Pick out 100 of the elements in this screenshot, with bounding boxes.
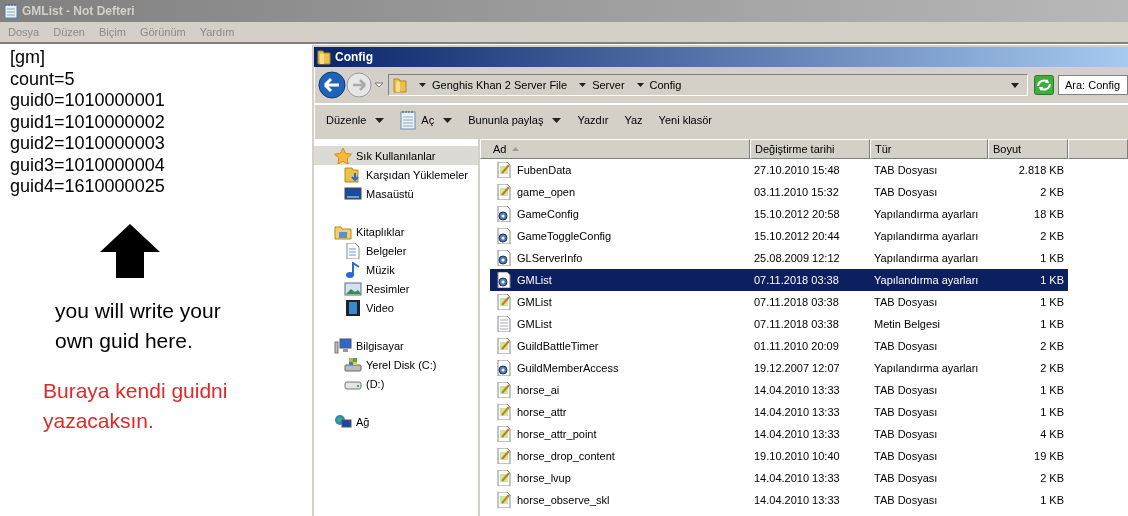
file-type: Yapılandırma ayarları: [873, 208, 980, 220]
toolbar-button[interactable]: Düzenle: [320, 112, 391, 128]
file-type: TAB Dosyası: [873, 406, 939, 418]
file-type: TAB Dosyası: [873, 428, 939, 440]
folder-icon: [393, 77, 407, 93]
refresh-button[interactable]: [1034, 75, 1054, 95]
file-row[interactable]: horse_ai 14.04.2010 13:33 TAB Dosyası 1 KB: [490, 379, 1068, 401]
file-name: GuildBattleTimer: [517, 340, 599, 352]
document-pen-icon: [497, 492, 511, 508]
file-size: 2 KB: [1039, 362, 1065, 374]
file-row[interactable]: horse_lvup 14.04.2010 13:33 TAB Dosyası 2 KB: [490, 467, 1068, 489]
file-row[interactable]: horse_attr 14.04.2010 13:33 TAB Dosyası 1 KB: [490, 401, 1068, 423]
file-name: GameConfig: [517, 208, 579, 220]
caret-icon[interactable]: [1011, 82, 1019, 88]
nav-item[interactable]: Bilgisayar: [314, 336, 478, 355]
file-row[interactable]: GuildMemberAccess 19.12.2007 12:07 Yapılandırma ayarları 2 KB: [490, 357, 1068, 379]
back-button[interactable]: [318, 71, 346, 99]
breadcrumb-item[interactable]: Genghis Khan 2 Server File: [432, 79, 568, 91]
file-type: TAB Dosyası: [873, 384, 939, 396]
document-pen-icon: [497, 426, 511, 442]
column-header[interactable]: Ad: [480, 139, 750, 159]
toolbar-button[interactable]: Yeni klasör: [652, 112, 718, 128]
text-line: guid0=1010000001: [10, 90, 165, 112]
file-row[interactable]: game_open 03.11.2010 15:32 TAB Dosyası 2 KB: [490, 181, 1068, 203]
modified-date: 14.04.2010 13:33: [753, 428, 841, 440]
file-size: 19 KB: [1033, 450, 1065, 462]
modified-date: 01.11.2010 20:09: [753, 340, 840, 352]
file-row[interactable]: horse_attr_point 14.04.2010 13:33 TAB Dosyası 4 KB: [490, 423, 1068, 445]
breadcrumb-item[interactable]: Config: [649, 79, 682, 91]
column-header[interactable]: Tür: [870, 139, 988, 159]
nav-item[interactable]: Resimler: [314, 279, 478, 298]
file-type: TAB Dosyası: [873, 472, 939, 484]
caret-icon[interactable]: [419, 82, 426, 88]
nav-item[interactable]: Kitaplıklar: [314, 222, 478, 241]
file-row[interactable]: GuildBattleTimer 01.11.2010 20:09 TAB Dosyası 2 KB: [490, 335, 1068, 357]
film-icon: [344, 299, 362, 316]
nav-item[interactable]: Belgeler: [314, 241, 478, 260]
file-type: TAB Dosyası: [873, 494, 939, 506]
file-name: GMList: [517, 296, 552, 308]
hard-disk-icon: [344, 356, 362, 373]
document-icon: [344, 242, 362, 259]
toolbar-button[interactable]: Yaz: [618, 112, 649, 128]
breadcrumb-item[interactable]: Server: [592, 79, 625, 91]
caret-icon[interactable]: [636, 82, 644, 88]
file-size: 2 KB: [1039, 472, 1065, 484]
file-type: TAB Dosyası: [873, 186, 939, 198]
file-size: 2 KB: [1039, 230, 1065, 242]
file-row[interactable]: GameToggleConfig 15.10.2012 20:44 Yapılandırma ayarları 2 KB: [490, 225, 1068, 247]
column-header[interactable]: Boyut: [988, 139, 1068, 159]
folder-icon: [317, 49, 331, 65]
file-row[interactable]: horse_observe_skl 14.04.2010 13:33 TAB Dosyası 1 KB: [490, 489, 1068, 511]
column-header[interactable]: Değiştirme tarihi: [750, 139, 870, 159]
modified-date: 14.04.2010 13:33: [753, 384, 841, 396]
address-bar[interactable]: Genghis Khan 2 Server File Server Config: [388, 74, 1028, 96]
nav-item[interactable]: Sık Kullanılanlar: [314, 146, 478, 165]
nav-item[interactable]: Müzik: [314, 260, 478, 279]
nav-item[interactable]: Karşıdan Yüklemeler: [314, 165, 478, 184]
document-pen-icon: [497, 382, 511, 398]
nav-item[interactable]: Ağ: [314, 412, 478, 431]
search-field[interactable]: Ara: Config: [1058, 75, 1128, 95]
file-type: Yapılandırma ayarları: [873, 362, 980, 374]
file-type: TAB Dosyası: [873, 296, 939, 308]
file-name: GMList: [517, 318, 552, 330]
file-type: Yapılandırma ayarları: [873, 252, 980, 264]
file-type: TAB Dosyası: [873, 340, 939, 352]
modified-date: 03.11.2010 15:32: [753, 186, 840, 198]
file-size: 1 KB: [1039, 296, 1065, 308]
modified-date: 14.04.2010 13:33: [753, 494, 841, 506]
file-name: GameToggleConfig: [517, 230, 612, 242]
file-row[interactable]: FubenData 27.10.2010 15:48 TAB Dosyası 2.818 KB: [490, 159, 1068, 181]
document-pen-icon: [497, 162, 511, 178]
file-row[interactable]: GMList 07.11.2018 03:38 Metin Belgesi 1 KB: [490, 313, 1068, 335]
file-row[interactable]: GameConfig 15.10.2012 20:58 Yapılandırma ayarları 18 KB: [490, 203, 1068, 225]
file-row[interactable]: GMList 07.11.2018 03:38 TAB Dosyası 1 KB: [490, 291, 1068, 313]
modified-date: 27.10.2010 15:48: [753, 164, 841, 176]
nav-item[interactable]: Yerel Disk (C:): [314, 355, 478, 374]
file-row[interactable]: horse_drop_content 19.10.2010 10:40 TAB Dosyası 19 KB: [490, 445, 1068, 467]
file-type: Metin Belgesi: [873, 318, 942, 330]
text-line: [gm]: [10, 47, 46, 69]
gear-document-icon: [497, 272, 511, 288]
toolbar-button[interactable]: Yazdır: [571, 112, 615, 128]
file-row[interactable]: GLServerInfo 25.08.2009 12:12 Yapılandırma ayarları 1 KB: [490, 247, 1068, 269]
file-row[interactable]: GMList 07.11.2018 03:38 Yapılandırma ayarları 1 KB: [490, 269, 1068, 291]
file-type: TAB Dosyası: [873, 164, 939, 176]
library-folder-icon: [334, 223, 352, 240]
nav-item[interactable]: Masaüstü: [314, 184, 478, 203]
toolbar-button[interactable]: Bununla paylaş: [462, 112, 568, 128]
document-pen-icon: [497, 404, 511, 420]
download-folder-icon: [344, 166, 362, 183]
file-size: 4 KB: [1039, 428, 1065, 440]
landscape-picture-icon: [344, 280, 362, 297]
caret-icon[interactable]: [579, 82, 587, 88]
toolbar-button[interactable]: Aç: [394, 108, 459, 132]
nav-item[interactable]: (D:): [314, 374, 478, 393]
document-pen-icon: [497, 338, 511, 354]
nav-item[interactable]: Video: [314, 298, 478, 317]
document-icon: [497, 316, 511, 332]
star-icon: [334, 147, 352, 164]
sort-arrow-icon: [512, 147, 520, 151]
modified-date: 07.11.2018 03:38: [753, 274, 840, 286]
